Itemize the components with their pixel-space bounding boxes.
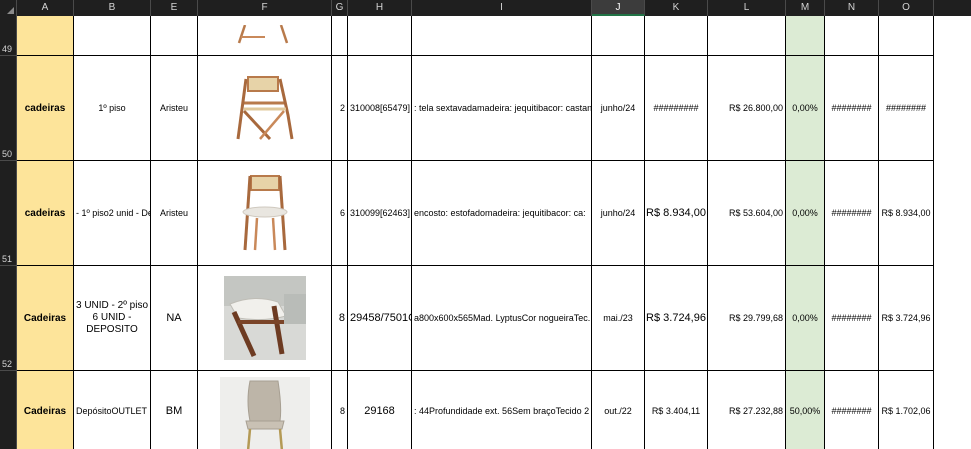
cell-g53[interactable]: 8 — [332, 371, 348, 449]
cell-f51[interactable] — [198, 161, 332, 266]
cell-h52[interactable]: 29458/7501Ca — [348, 266, 412, 371]
cell-e53[interactable]: BM — [151, 371, 198, 449]
column-header-f[interactable]: F — [198, 0, 332, 16]
row-number-51: 51 — [2, 254, 13, 264]
wood-armchair-icon[interactable] — [230, 75, 300, 141]
cell-i49[interactable] — [412, 16, 592, 56]
cell-l49[interactable] — [708, 16, 786, 56]
chair-legs-icon[interactable] — [235, 24, 295, 47]
cell-j52[interactable]: mai./23 — [592, 266, 645, 371]
cell-j53[interactable]: out./22 — [592, 371, 645, 449]
cell-n51[interactable]: ######## — [825, 161, 879, 266]
cell-j50[interactable]: junho/24 — [592, 56, 645, 161]
cell-n53[interactable]: ######## — [825, 371, 879, 449]
cell-b50[interactable]: 1º piso — [74, 56, 151, 161]
cell-o52[interactable]: R$ 3.724,96 — [879, 266, 934, 371]
row-header[interactable]: 49 — [0, 16, 17, 56]
cell-g51[interactable]: 6 — [332, 161, 348, 266]
cell-j51[interactable]: junho/24 — [592, 161, 645, 266]
cell-m50[interactable]: 0,00% — [786, 56, 825, 161]
cell-f50[interactable] — [198, 56, 332, 161]
cell-f53[interactable] — [198, 371, 332, 449]
cell-b49[interactable] — [74, 16, 151, 56]
row-header[interactable]: 52 — [0, 266, 17, 371]
cell-o50[interactable]: ######## — [879, 56, 934, 161]
cell-k53[interactable]: R$ 3.404,11 — [645, 371, 708, 449]
cell-i52[interactable]: a800x600x565Mad. LyptusCor nogueiraTec. — [412, 266, 592, 371]
cell-h49[interactable] — [348, 16, 412, 56]
row-number-52: 52 — [2, 359, 13, 369]
cell-l51[interactable]: R$ 53.604,00 — [708, 161, 786, 266]
column-header-g[interactable]: G — [332, 0, 348, 16]
cell-n49[interactable] — [825, 16, 879, 56]
column-header-bar: A B E F G H I J K L M N O — [0, 0, 971, 16]
column-header-j[interactable]: J — [592, 0, 645, 16]
column-header-k[interactable]: K — [645, 0, 708, 16]
column-header-h[interactable]: H — [348, 0, 412, 16]
cell-j49[interactable] — [592, 16, 645, 56]
cell-m52[interactable]: 0,00% — [786, 266, 825, 371]
wood-chair-icon[interactable] — [235, 174, 295, 252]
cell-a51[interactable]: cadeiras — [17, 161, 74, 266]
cell-h51[interactable]: 310099[62463] — [348, 161, 412, 266]
cell-l50[interactable]: R$ 26.800,00 — [708, 56, 786, 161]
column-header-b[interactable]: B — [74, 0, 151, 16]
column-header-m[interactable]: M — [786, 0, 825, 16]
cell-b51[interactable]: - 1º piso2 unid - De — [74, 161, 151, 266]
column-header-o[interactable]: O — [879, 0, 934, 16]
cell-a50[interactable]: cadeiras — [17, 56, 74, 161]
cell-b53[interactable]: DepósitoOUTLET — [74, 371, 151, 449]
select-all-corner[interactable] — [0, 0, 17, 16]
cell-k50[interactable]: ######### — [645, 56, 708, 161]
cell-i50[interactable]: : tela sextavadamadeira: jequitibacor: c… — [412, 56, 592, 161]
cell-g49[interactable] — [332, 16, 348, 56]
row-header[interactable] — [0, 371, 17, 449]
cell-g52[interactable]: 8 — [332, 266, 348, 371]
cell-a53[interactable]: Cadeiras — [17, 371, 74, 449]
cell-a52[interactable]: Cadeiras — [17, 266, 74, 371]
cell-n50[interactable]: ######## — [825, 56, 879, 161]
row-number-49: 49 — [2, 44, 13, 54]
column-header-l[interactable]: L — [708, 0, 786, 16]
row-header[interactable]: 51 — [0, 161, 17, 266]
cell-e52[interactable]: NA — [151, 266, 198, 371]
cell-i51[interactable]: encosto: estofadomadeira: jequitibacor: … — [412, 161, 592, 266]
cell-b52[interactable]: 3 UNID - 2º piso 6 UNID - DEPOSITO — [74, 266, 151, 371]
cell-l53[interactable]: R$ 27.232,88 — [708, 371, 786, 449]
cell-o51[interactable]: R$ 8.934,00 — [879, 161, 934, 266]
cell-l52[interactable]: R$ 29.799,68 — [708, 266, 786, 371]
cell-m51[interactable]: 0,00% — [786, 161, 825, 266]
cell-e50[interactable]: Aristeu — [151, 56, 198, 161]
column-header-e[interactable]: E — [151, 0, 198, 16]
cell-a49[interactable] — [17, 16, 74, 56]
cell-h53[interactable]: 29168 — [348, 371, 412, 449]
column-header-i[interactable]: I — [412, 0, 592, 16]
cell-o49[interactable] — [879, 16, 934, 56]
cell-k52[interactable]: R$ 3.724,96 — [645, 266, 708, 371]
cell-n52[interactable]: ######## — [825, 266, 879, 371]
column-header-n[interactable]: N — [825, 0, 879, 16]
cell-g50[interactable]: 2 — [332, 56, 348, 161]
cell-e51[interactable]: Aristeu — [151, 161, 198, 266]
row-number-50: 50 — [2, 149, 13, 159]
lounge-chair-photo[interactable] — [223, 276, 306, 360]
cell-e49[interactable] — [151, 16, 198, 56]
cell-k49[interactable] — [645, 16, 708, 56]
cell-h50[interactable]: 310008[65479] — [348, 56, 412, 161]
cell-f49[interactable] — [198, 16, 332, 56]
cell-o53[interactable]: R$ 1.702,06 — [879, 371, 934, 449]
cell-i53[interactable]: : 44Profundidade ext. 56Sem braçoTecido … — [412, 371, 592, 449]
row-header[interactable]: 50 — [0, 56, 17, 161]
cell-m49[interactable] — [786, 16, 825, 56]
cell-m53[interactable]: 50,00% — [786, 371, 825, 449]
upholstered-chair-photo[interactable] — [219, 377, 310, 449]
row-header-gutter: 49 50 51 52 — [0, 16, 17, 449]
cell-f52[interactable] — [198, 266, 332, 371]
cell-k51[interactable]: R$ 8.934,00 — [645, 161, 708, 266]
column-header-a[interactable]: A — [17, 0, 74, 16]
